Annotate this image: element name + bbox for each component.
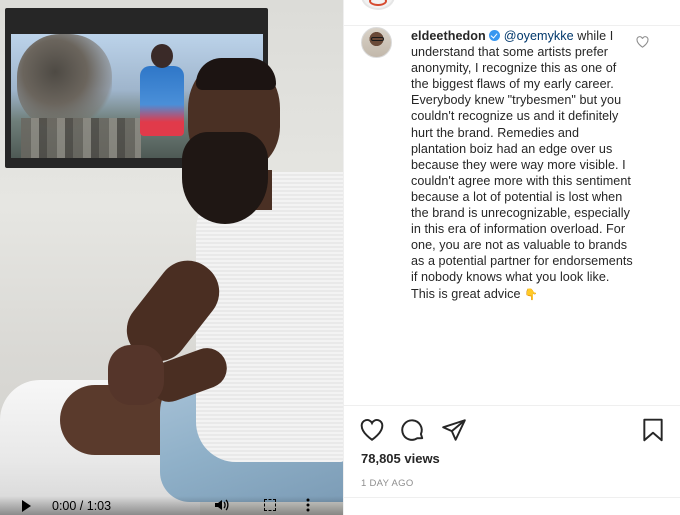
comment-emoji: 👇 xyxy=(524,288,538,301)
comment-username[interactable]: eldeethedon xyxy=(411,29,486,43)
video-player[interactable]: 0:00 / 1:03 xyxy=(0,0,343,515)
play-icon[interactable] xyxy=(22,500,31,512)
tv-performer xyxy=(122,44,202,158)
heart-icon[interactable] xyxy=(359,417,385,443)
save-icon[interactable] xyxy=(640,417,666,443)
fullscreen-icon[interactable] xyxy=(264,499,276,511)
comment-icon[interactable] xyxy=(400,417,426,443)
video-controls: 0:00 / 1:03 xyxy=(0,496,343,515)
comment-avatar[interactable] xyxy=(361,27,392,58)
profile-avatar[interactable] xyxy=(361,0,395,10)
comment-mention[interactable]: @oyemykke xyxy=(504,29,574,43)
comment-body: eldeethedon @oyemykke while I understand … xyxy=(411,28,636,303)
post-panel: eldeethedon @oyemykke while I understand … xyxy=(343,0,680,515)
person-beard xyxy=(182,132,268,224)
comment-text: while I understand that some artists pre… xyxy=(411,29,633,301)
volume-icon[interactable] xyxy=(214,498,230,512)
like-comment-icon[interactable] xyxy=(636,35,649,48)
video-time: 0:00 / 1:03 xyxy=(52,499,112,513)
verified-icon xyxy=(488,30,500,41)
person-fist xyxy=(108,345,164,405)
view-count[interactable]: 78,805 views xyxy=(361,451,440,466)
post-timestamp[interactable]: 1 DAY AGO xyxy=(361,478,414,489)
share-icon[interactable] xyxy=(441,417,467,443)
more-icon[interactable] xyxy=(306,498,310,512)
